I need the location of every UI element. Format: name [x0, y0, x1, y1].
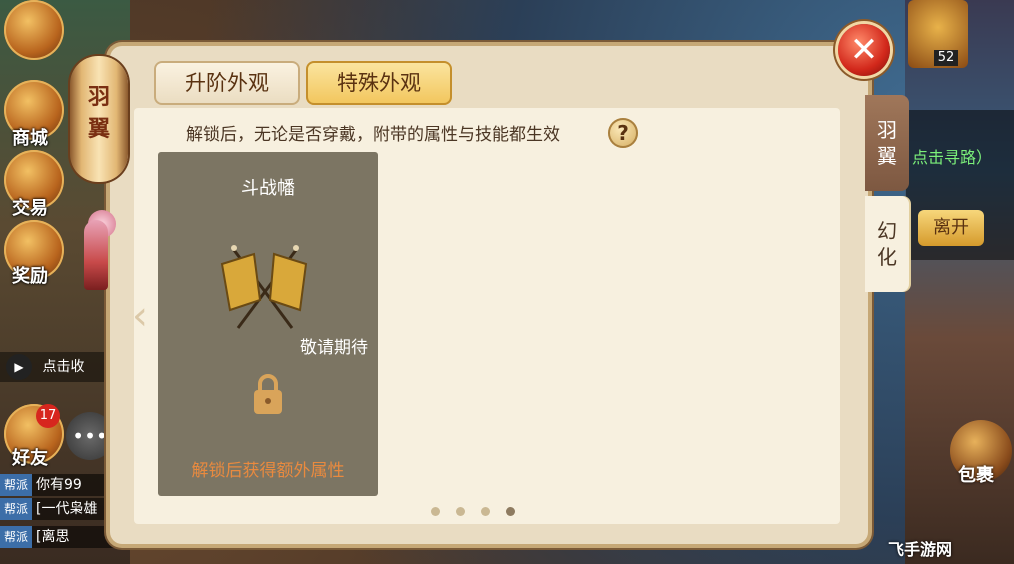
card-title: 斗战幡 [241, 178, 295, 199]
page-dot[interactable] [481, 507, 490, 516]
shop-label[interactable]: 商城 [6, 124, 54, 150]
tab-transform-label: 幻化 [877, 219, 897, 269]
chat-text: 你有99 [36, 477, 82, 493]
chat-bubble-icon[interactable]: ••• [66, 412, 114, 460]
chat-row[interactable]: 帮派 你有99 [0, 474, 120, 496]
play-icon: ▶ [6, 354, 32, 380]
watermark: 飞手游网 [888, 540, 953, 559]
chevron-left-icon[interactable]: ‹ [132, 296, 158, 336]
friends-badge: 17 [36, 404, 60, 428]
tassel-icon [84, 220, 108, 290]
level-badge: 52 [934, 50, 958, 66]
close-button[interactable]: ✕ [838, 24, 890, 76]
bag-label[interactable]: 包裹 [958, 461, 994, 487]
dialog-title: 羽翼 [87, 85, 110, 142]
chat-tag: 帮派 [0, 474, 33, 496]
trade-label[interactable]: 交易 [6, 194, 54, 220]
page-dot[interactable] [431, 507, 440, 516]
tab-upgrade-appearance[interactable]: 升阶外观 [154, 61, 300, 105]
chat-row[interactable]: 帮派 [一代枭雄 [0, 498, 120, 520]
tab-wings[interactable]: 羽翼 [865, 95, 909, 191]
map-icon[interactable] [4, 0, 64, 60]
lock-icon [254, 374, 282, 414]
tab-transform[interactable]: 幻化 [865, 196, 909, 292]
page-dot-active[interactable] [506, 507, 515, 516]
reward-label[interactable]: 奖励 [6, 262, 54, 288]
pathfind-text[interactable]: 点击寻路） [912, 144, 992, 168]
unlock-hint: 解锁后，无论是否穿戴，附带的属性与技能都生效 [186, 125, 560, 145]
page-dot[interactable] [456, 507, 465, 516]
friends-label[interactable]: 好友 [6, 444, 54, 470]
tab-wings-label: 羽翼 [877, 118, 897, 168]
chat-tag: 帮派 [0, 526, 33, 548]
chat-row[interactable]: 帮派 [离思 [0, 526, 120, 548]
tab-special-appearance[interactable]: 特殊外观 [306, 61, 452, 105]
leave-button[interactable]: 离开 [918, 210, 984, 246]
chat-text: [一代枭雄 [36, 501, 98, 517]
auto-collect-bar[interactable]: ▶ 点击收 [0, 352, 120, 382]
chat-tag: 帮派 [0, 498, 33, 520]
auto-collect-label: 点击收 [42, 359, 85, 375]
chat-text: [离思 [36, 529, 70, 545]
help-button[interactable]: ? [608, 118, 638, 148]
crossed-banners-icon [220, 245, 308, 329]
coming-soon-text: 敬请期待 [300, 338, 368, 358]
unlock-bonus-text: 解锁后获得额外属性 [191, 461, 345, 481]
